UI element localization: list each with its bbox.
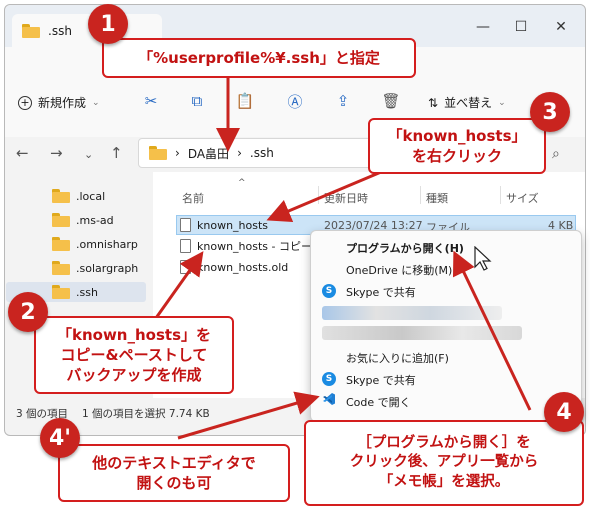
callout-2-line: バックアップを作成 <box>66 366 202 385</box>
badge-2: 2 <box>8 292 48 332</box>
callout-1-text: 「%userprofile%¥.ssh」と指定 <box>138 48 380 67</box>
callout-4-line: 「メモ帳」を選択。 <box>378 473 510 490</box>
callout-4-prime: 他のテキストエディタで 開くのも可 <box>58 444 290 502</box>
arrow-to-code <box>177 391 320 440</box>
mouse-cursor-icon <box>474 246 492 271</box>
callout-3-line: 「known_hosts」 <box>387 126 527 145</box>
callout-2-line: 「known_hosts」を <box>56 325 211 344</box>
callout-4: ［プログラムから開く］を クリック後、アプリ一覧から 「メモ帳」を選択。 <box>304 420 584 506</box>
callout-4-prime-line: 他のテキストエディタで <box>92 453 256 472</box>
callout-4-line: クリック後、アプリ一覧から <box>349 454 539 471</box>
badge-4-prime: 4' <box>40 418 80 458</box>
arrow-to-known-hosts <box>266 168 387 223</box>
badge-3: 3 <box>530 92 570 132</box>
callout-4-line: ［プログラムから開く］を <box>357 434 531 451</box>
callout-1: 「%userprofile%¥.ssh」と指定 <box>102 38 416 78</box>
callout-3-line: を右クリック <box>411 147 502 165</box>
callout-2-line: コピー&ペーストして <box>60 345 208 364</box>
badge-1: 1 <box>88 4 128 44</box>
arrow-to-open-with <box>452 250 532 411</box>
arrow-to-copy <box>154 251 204 319</box>
callout-3: 「known_hosts」 を右クリック <box>368 118 546 174</box>
callout-2: 「known_hosts」を コピー&ペーストして バックアップを作成 <box>34 316 234 394</box>
badge-4: 4 <box>544 392 584 432</box>
callout-4-prime-line: 開くのも可 <box>136 474 212 492</box>
